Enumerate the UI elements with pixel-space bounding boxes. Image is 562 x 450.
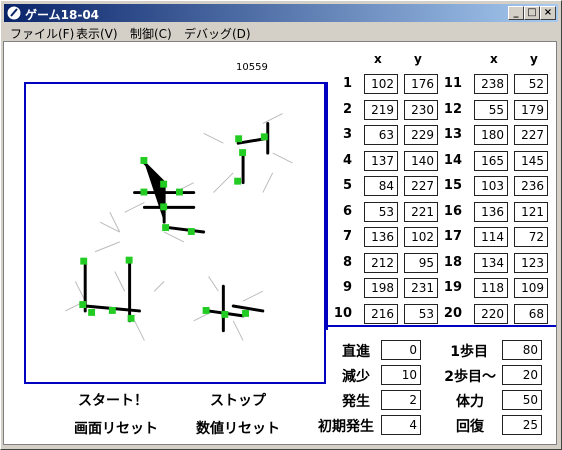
param-occurrence-field[interactable]: 2 (381, 390, 421, 410)
point-x-field[interactable]: 118 (474, 278, 508, 298)
param-label-decrease: 減少 (342, 369, 370, 385)
point-y-field[interactable]: 68 (514, 304, 548, 324)
point-y-field[interactable]: 123 (514, 253, 548, 273)
param-stamina-field[interactable]: 50 (502, 390, 542, 410)
title-bar[interactable]: ゲーム18-04 _ □ × (4, 4, 558, 22)
point-index: 8 (342, 255, 352, 270)
point-index: 7 (342, 229, 352, 244)
point-x-field[interactable]: 165 (474, 151, 508, 171)
menu-control[interactable]: 制御(C) (130, 25, 172, 42)
close-button[interactable]: × (540, 6, 556, 20)
window-title: ゲーム18-04 (25, 8, 100, 22)
point-x-field[interactable]: 134 (474, 253, 508, 273)
point-y-field[interactable]: 52 (514, 74, 548, 94)
point-y-field[interactable]: 95 (404, 253, 438, 273)
point-y-field[interactable]: 176 (404, 74, 438, 94)
point-index: 6 (342, 204, 352, 219)
point-x-field[interactable]: 198 (364, 278, 398, 298)
point-x-field[interactable]: 180 (474, 125, 508, 145)
simulation-canvas[interactable] (24, 82, 326, 384)
point-y-field[interactable]: 102 (404, 227, 438, 247)
reset-values-button[interactable]: 数値リセット (196, 418, 280, 438)
param-step1-field[interactable]: 80 (502, 340, 542, 360)
point-y-field[interactable]: 236 (514, 176, 548, 196)
point-x-field[interactable]: 136 (474, 202, 508, 222)
param-straight-field[interactable]: 0 (381, 340, 421, 360)
param-label-recovery: 回復 (456, 419, 484, 435)
header-y-2: y (530, 52, 538, 66)
point-y-field[interactable]: 72 (514, 227, 548, 247)
point-index: 13 (443, 127, 462, 142)
point-index: 1 (342, 76, 352, 91)
point-x-field[interactable]: 63 (364, 125, 398, 145)
header-y-1: y (414, 52, 422, 66)
point-y-field[interactable]: 229 (404, 125, 438, 145)
divider-vertical (326, 82, 328, 330)
point-index: 3 (342, 127, 352, 142)
point-x-field[interactable]: 103 (474, 176, 508, 196)
header-x-2: x (490, 52, 498, 66)
start-button[interactable]: スタート！ (78, 390, 148, 410)
point-index: 18 (443, 255, 462, 270)
param-label-initial: 初期発生 (318, 419, 374, 435)
menu-file[interactable]: ファイル(F) (10, 25, 74, 42)
point-index: 10 (333, 306, 352, 321)
point-y-field[interactable]: 109 (514, 278, 548, 298)
point-y-field[interactable]: 53 (404, 304, 438, 324)
header-x-1: x (374, 52, 382, 66)
point-y-field[interactable]: 140 (404, 151, 438, 171)
point-index: 16 (443, 204, 462, 219)
point-index: 17 (443, 229, 462, 244)
param-label-stamina: 体力 (456, 394, 484, 410)
point-y-field[interactable]: 145 (514, 151, 548, 171)
point-y-field[interactable]: 227 (514, 125, 548, 145)
point-x-field[interactable]: 102 (364, 74, 398, 94)
menu-bar: ファイル(F) 表示(V) 制御(C) デバッグ(D) (4, 23, 558, 41)
minimize-button[interactable]: _ (508, 6, 524, 20)
param-label-step1: 1歩目 (450, 344, 488, 360)
app-icon (6, 5, 22, 21)
param-step2-field[interactable]: 20 (502, 365, 542, 385)
point-x-field[interactable]: 220 (474, 304, 508, 324)
point-y-field[interactable]: 230 (404, 100, 438, 120)
point-x-field[interactable]: 212 (364, 253, 398, 273)
param-label-step2: 2歩目～ (444, 369, 496, 385)
menu-debug[interactable]: デバッグ(D) (184, 25, 251, 42)
point-x-field[interactable]: 137 (364, 151, 398, 171)
point-index: 11 (443, 76, 462, 91)
param-recovery-field[interactable]: 25 (502, 415, 542, 435)
step-counter: 10559 (236, 62, 268, 73)
point-x-field[interactable]: 216 (364, 304, 398, 324)
point-x-field[interactable]: 136 (364, 227, 398, 247)
point-index: 12 (443, 102, 462, 117)
point-y-field[interactable]: 231 (404, 278, 438, 298)
point-index: 9 (342, 280, 352, 295)
param-initial-field[interactable]: 4 (381, 415, 421, 435)
point-y-field[interactable]: 227 (404, 176, 438, 196)
point-index: 2 (342, 102, 352, 117)
point-index: 19 (443, 280, 462, 295)
maximize-button[interactable]: □ (524, 6, 540, 20)
param-label-straight: 直進 (342, 344, 370, 360)
point-x-field[interactable]: 84 (364, 176, 398, 196)
point-index: 5 (342, 178, 352, 193)
point-index: 15 (443, 178, 462, 193)
point-index: 20 (443, 306, 462, 321)
stop-button[interactable]: ストップ (210, 390, 266, 410)
point-y-field[interactable]: 121 (514, 202, 548, 222)
point-x-field[interactable]: 55 (474, 100, 508, 120)
param-label-occurrence: 発生 (342, 394, 370, 410)
point-x-field[interactable]: 238 (474, 74, 508, 94)
param-decrease-field[interactable]: 10 (381, 365, 421, 385)
point-index: 14 (443, 153, 462, 168)
reset-screen-button[interactable]: 画面リセット (74, 418, 158, 438)
point-x-field[interactable]: 53 (364, 202, 398, 222)
point-index: 4 (342, 153, 352, 168)
divider-horizontal (326, 325, 556, 327)
menu-view[interactable]: 表示(V) (76, 25, 118, 42)
point-y-field[interactable]: 221 (404, 202, 438, 222)
point-x-field[interactable]: 219 (364, 100, 398, 120)
point-x-field[interactable]: 114 (474, 227, 508, 247)
point-y-field[interactable]: 179 (514, 100, 548, 120)
